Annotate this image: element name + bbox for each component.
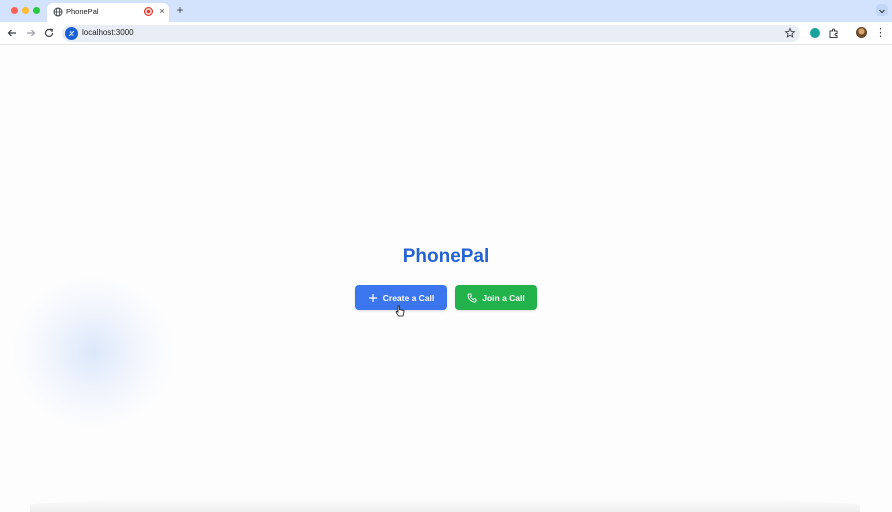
record-icon [144,7,153,16]
back-arrow-icon[interactable] [6,27,18,39]
forward-arrow-icon[interactable] [25,27,37,39]
bookmark-star-icon[interactable] [784,27,796,39]
join-call-button[interactable]: Join a Call [455,285,537,310]
url-text: localhost:3000 [82,28,134,37]
tune-icon [68,30,75,37]
tab-title: PhonePal [66,7,99,16]
plus-icon [368,293,377,302]
browser-menu-button[interactable]: ⋮ [875,26,886,40]
minimize-window-button[interactable] [22,7,29,14]
browser-toolbar: localhost:3000 ⋮ [0,22,892,45]
address-bar[interactable]: localhost:3000 [62,25,800,42]
site-info-icon[interactable] [65,27,78,40]
pointer-cursor-icon [395,305,405,317]
new-tab-button[interactable]: + [174,3,186,17]
tab-strip: PhonePal × + [0,0,892,22]
browser-tab[interactable]: PhonePal × [47,3,169,22]
chevron-down-icon [879,9,885,14]
close-window-button[interactable] [11,7,18,14]
extension-icon[interactable] [810,28,820,38]
page-viewport: PhonePal Create a Call Join a Call [0,46,892,512]
puzzle-icon[interactable] [828,27,840,39]
close-tab-button[interactable]: × [157,5,167,17]
phone-icon [467,293,477,302]
bottom-shadow [30,498,860,512]
tab-search-button[interactable] [876,4,888,16]
reload-icon[interactable] [43,27,55,39]
globe-icon [53,7,63,17]
profile-avatar[interactable] [856,27,867,38]
maximize-window-button[interactable] [33,7,40,14]
background-glow [14,278,172,426]
app-title: PhonePal [402,246,490,267]
create-call-label: Create a Call [382,292,435,303]
join-call-label: Join a Call [482,292,525,303]
